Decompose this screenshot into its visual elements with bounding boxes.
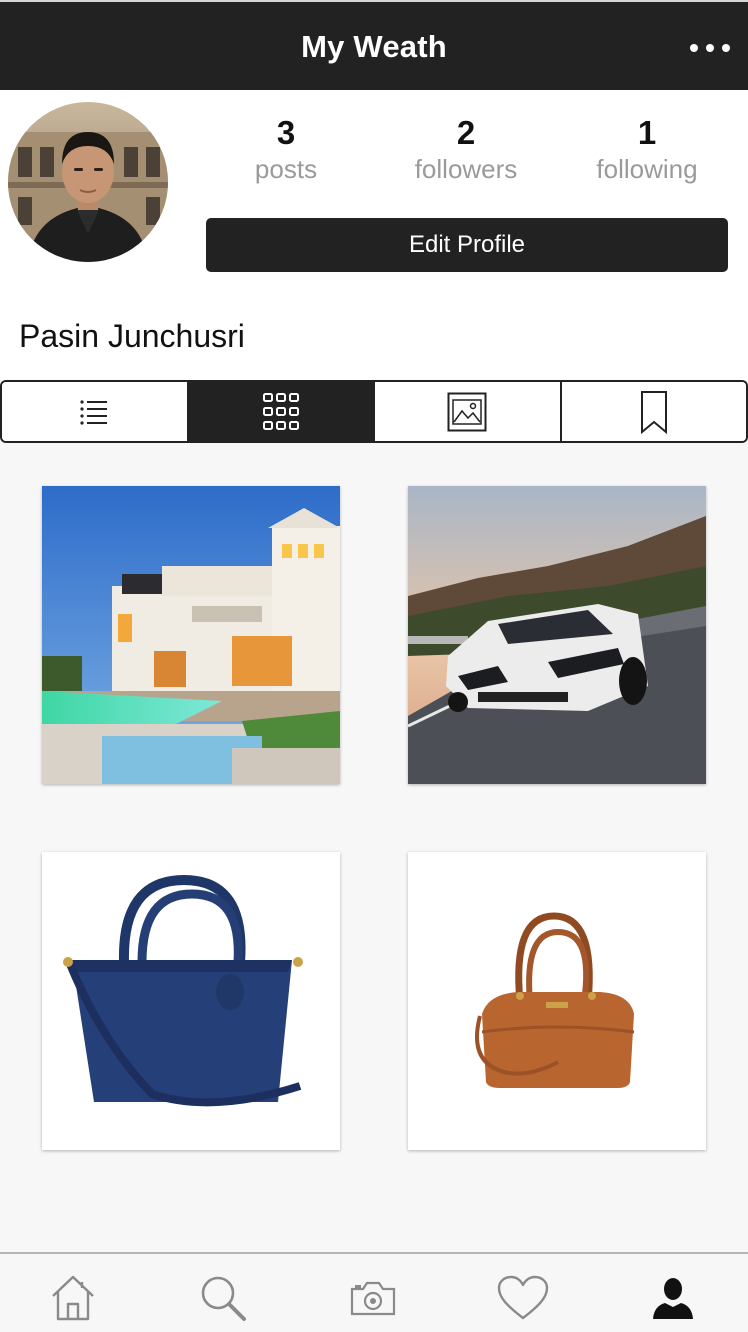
grid-icon xyxy=(262,392,299,430)
profile-name: Pasin Junchusri xyxy=(19,318,245,354)
edit-profile-button[interactable]: Edit Profile xyxy=(206,218,728,272)
stat-followers[interactable]: 2 followers xyxy=(381,112,551,184)
stat-posts[interactable]: 3 posts xyxy=(201,112,371,184)
bookmark-icon xyxy=(640,390,667,434)
villa-photo xyxy=(42,486,340,784)
brown-handbag-photo xyxy=(408,852,706,1150)
profile-icon xyxy=(653,1278,693,1319)
following-label: following xyxy=(596,154,698,184)
list-icon xyxy=(80,399,108,425)
heart-icon xyxy=(497,1275,549,1320)
home-icon xyxy=(52,1275,94,1321)
followers-label: followers xyxy=(414,154,518,184)
nav-activity[interactable] xyxy=(493,1272,553,1324)
nav-home[interactable] xyxy=(43,1272,103,1324)
post-thumbnail[interactable] xyxy=(408,852,706,1150)
followers-count: 2 xyxy=(456,114,476,151)
navy-handbag-photo xyxy=(42,852,340,1150)
tab-saved-view[interactable] xyxy=(561,382,746,441)
camera-icon xyxy=(350,1281,396,1316)
sports-car-photo xyxy=(408,486,706,784)
image-icon xyxy=(447,392,487,431)
profile-section: 3 posts 2 followers 1 following Edit Pro… xyxy=(0,90,748,380)
post-thumbnail[interactable] xyxy=(42,486,340,784)
bottom-navigation xyxy=(0,1252,748,1332)
nav-search[interactable] xyxy=(193,1272,253,1324)
following-count: 1 xyxy=(637,114,657,151)
tab-photos-view[interactable] xyxy=(375,382,562,441)
more-options-icon[interactable] xyxy=(686,30,734,66)
posts-count: 3 xyxy=(276,114,296,151)
post-thumbnail[interactable] xyxy=(42,852,340,1150)
view-tabs xyxy=(0,380,748,443)
stat-following[interactable]: 1 following xyxy=(562,112,732,184)
posts-label: posts xyxy=(254,154,318,184)
avatar[interactable] xyxy=(8,102,168,262)
nav-camera[interactable] xyxy=(343,1272,403,1324)
search-icon xyxy=(201,1276,246,1321)
app-title: My Weath xyxy=(301,29,447,64)
post-thumbnail[interactable] xyxy=(408,486,706,784)
top-bar: My Weath xyxy=(0,0,748,90)
tab-grid-view[interactable] xyxy=(188,382,375,441)
nav-profile[interactable] xyxy=(643,1272,703,1324)
tab-list-view[interactable] xyxy=(2,382,189,441)
